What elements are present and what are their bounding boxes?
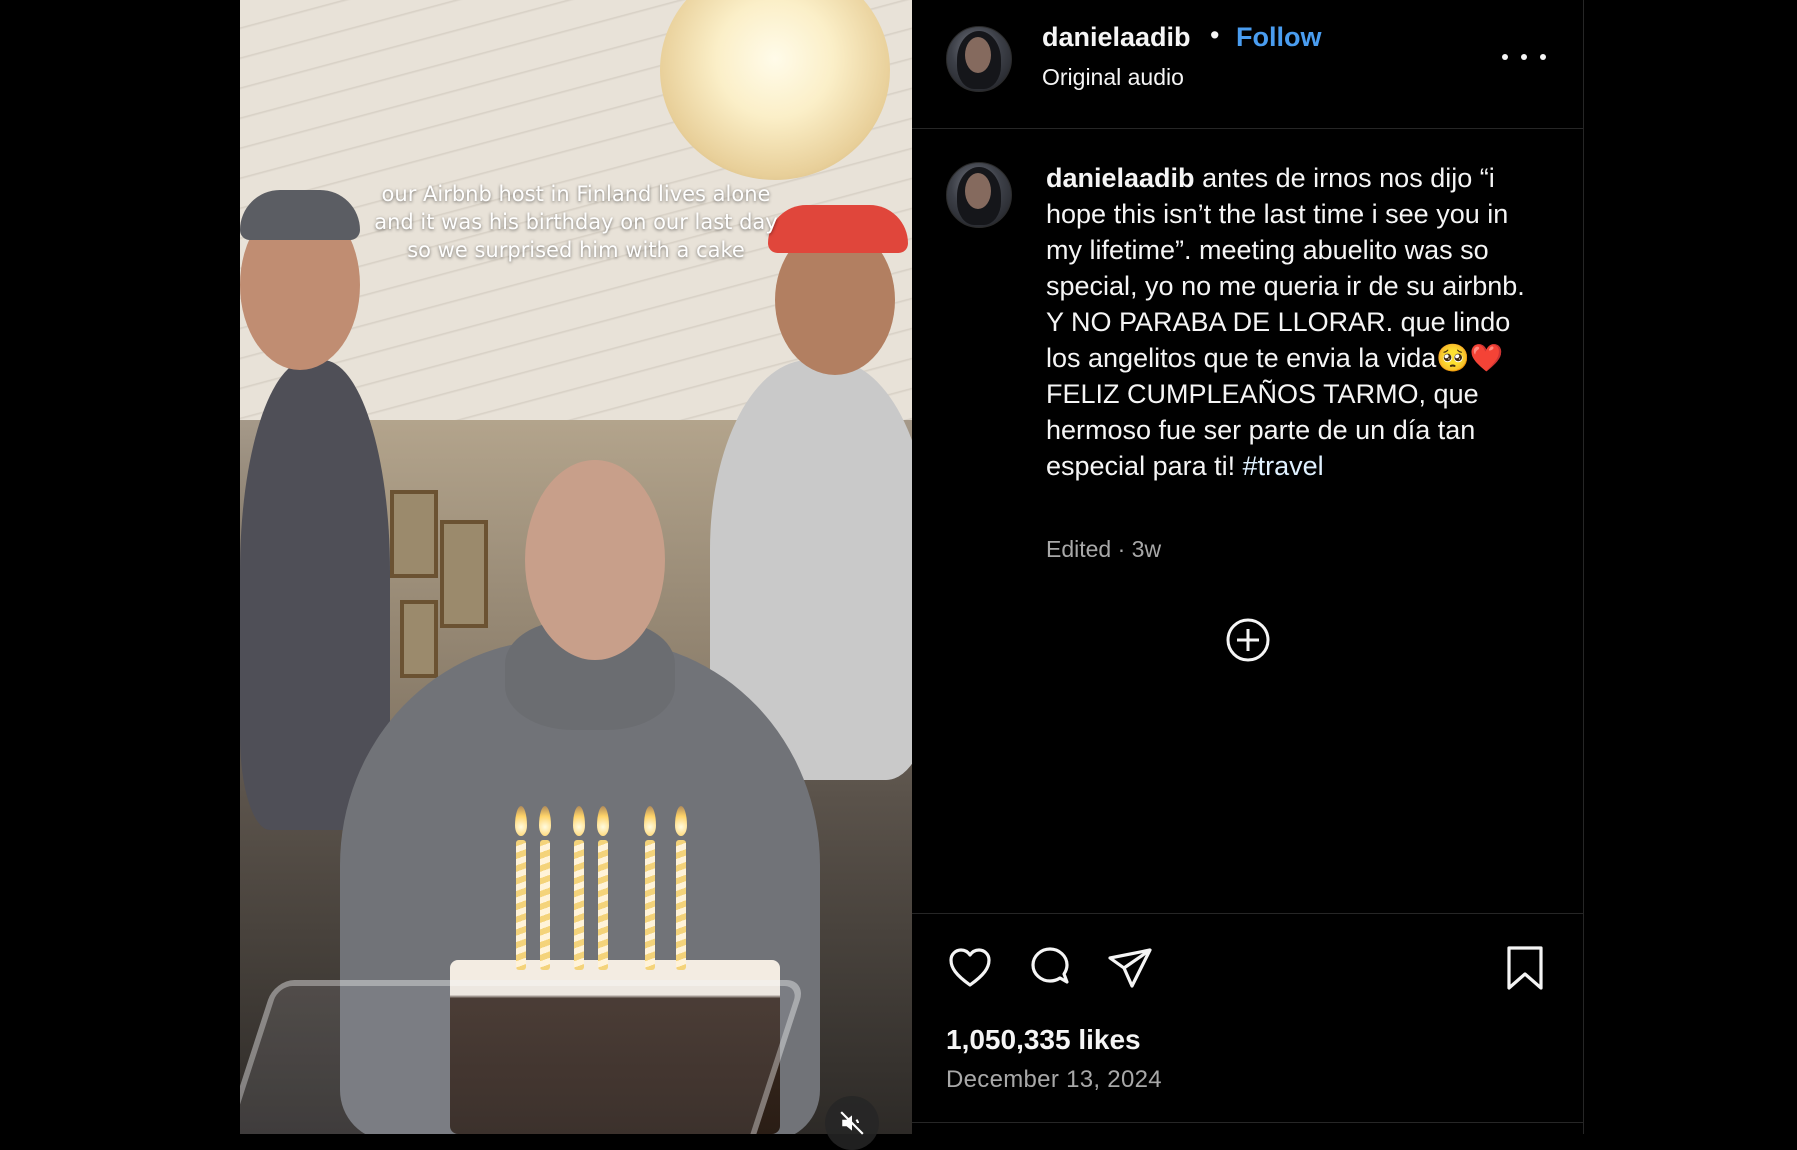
bookmark-icon[interactable] — [1504, 944, 1546, 992]
post-caption: danielaadib antes de irnos nos dijo “i h… — [1046, 160, 1546, 484]
post-details-panel: danielaadib • Follow Original audio dani… — [912, 0, 1584, 1134]
post-date: December 13, 2024 — [946, 1066, 1162, 1093]
muted-speaker-icon — [840, 1111, 864, 1135]
comment-icon[interactable] — [1026, 944, 1074, 992]
scene-candle — [645, 840, 655, 970]
audio-link[interactable]: Original audio — [1042, 64, 1184, 91]
load-more-comments-icon[interactable] — [1224, 616, 1272, 664]
caption-emoji: 🥺❤️ — [1436, 343, 1504, 373]
caption-text: antes de irnos nos dijo “i hope this isn… — [1046, 163, 1525, 373]
likes-count[interactable]: 1,050,335 likes — [946, 1024, 1141, 1056]
more-dot-icon — [1521, 54, 1527, 60]
scene-candle — [598, 840, 608, 970]
hashtag-link[interactable]: #travel — [1243, 451, 1324, 481]
video-overlay-text: our Airbnb host in Finland lives alone a… — [374, 182, 778, 262]
caption-meta: Edited · 3w — [1046, 536, 1162, 562]
more-dot-icon — [1540, 54, 1546, 60]
scene-candle — [676, 840, 686, 970]
scene-picture-frame — [440, 520, 488, 628]
header-separator: • — [1210, 20, 1220, 50]
scene-picture-frame — [400, 600, 438, 678]
share-icon[interactable] — [1106, 944, 1154, 992]
caption-username[interactable]: danielaadib — [1046, 163, 1195, 193]
follow-button[interactable]: Follow — [1236, 22, 1321, 53]
scene-candle — [574, 840, 584, 970]
video-player[interactable]: our Airbnb host in Finland lives alone a… — [240, 0, 912, 1134]
caption-avatar[interactable] — [946, 162, 1012, 228]
mute-toggle-button[interactable] — [825, 1096, 879, 1150]
more-dot-icon — [1502, 54, 1508, 60]
avatar[interactable] — [946, 26, 1012, 92]
divider — [912, 1122, 1583, 1123]
scene-picture-frame — [390, 490, 438, 578]
post-viewer: our Airbnb host in Finland lives alone a… — [0, 0, 1797, 1150]
post-header: danielaadib • Follow Original audio — [912, 0, 1583, 129]
heart-icon[interactable] — [946, 944, 994, 992]
scene-plastic-container — [240, 980, 807, 1134]
scene-man-head — [525, 460, 665, 660]
video-frame — [240, 0, 912, 1134]
scene-candle — [516, 840, 526, 970]
more-options-button[interactable] — [1502, 42, 1546, 72]
scene-candle — [540, 840, 550, 970]
post-actions: 1,050,335 likes December 13, 2024 — [912, 913, 1583, 1135]
author-username[interactable]: danielaadib — [1042, 22, 1191, 53]
